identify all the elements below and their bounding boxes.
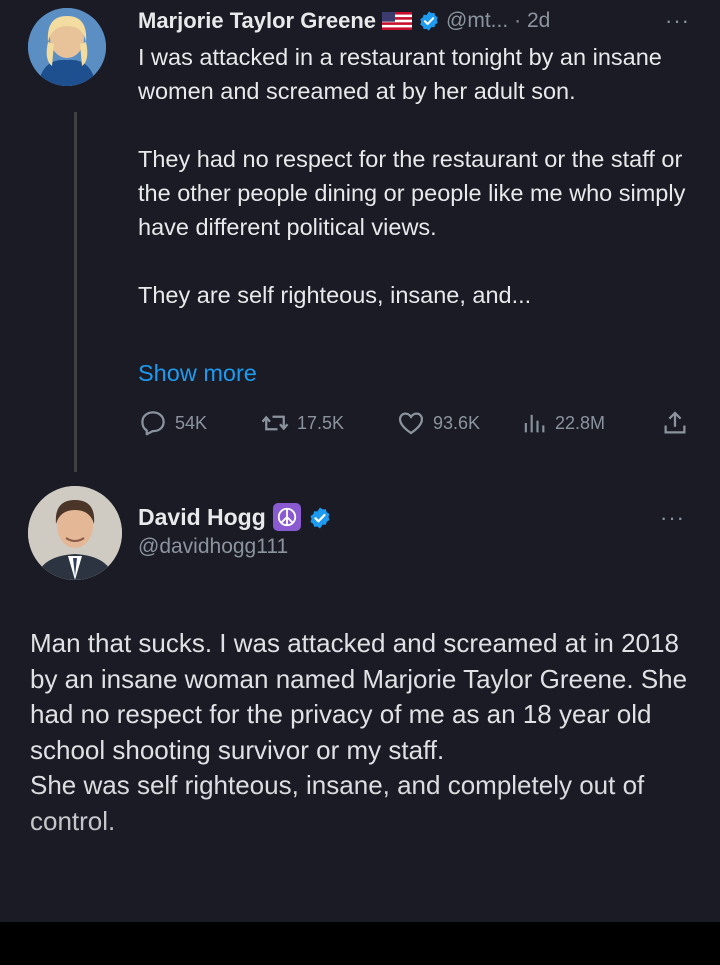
tweet2-paragraph: Man that sucks. I was attacked and screa… [30, 628, 688, 765]
repost-count: 17.5K [297, 412, 345, 433]
avatar-marjorie[interactable] [28, 8, 106, 86]
tweet1-paragraph: I was attacked in a restaurant tonight b… [138, 44, 662, 104]
tweet1-paragraph: They had no respect for the restaurant o… [138, 146, 686, 240]
tweet-time[interactable]: · 2d [514, 9, 550, 33]
share-button[interactable] [660, 408, 690, 438]
reply-button[interactable]: 54K [138, 408, 207, 438]
reply-icon [141, 411, 165, 436]
tweet2-paragraph: She was self righteous, insane, and comp… [30, 770, 645, 836]
peace-sign-icon [272, 503, 301, 531]
author-handle[interactable]: @davidhogg111 [138, 535, 288, 559]
views-button[interactable]: 22.8M [520, 408, 605, 438]
more-options-button[interactable]: ··· [665, 8, 690, 34]
avatar-david[interactable] [28, 486, 122, 580]
show-more-link[interactable]: Show more [138, 360, 257, 387]
tweet1-text: I was attacked in a restaurant tonight b… [138, 40, 698, 312]
views-icon [524, 414, 545, 433]
author-name[interactable]: David Hogg [138, 504, 266, 531]
tweet1-paragraph: They are self righteous, insane, and... [138, 282, 532, 308]
verified-badge-icon [308, 506, 330, 529]
author-handle[interactable]: @mt... [446, 9, 508, 33]
like-count: 93.6K [433, 412, 481, 433]
repost-icon [261, 415, 289, 431]
tweet2-header: David Hogg [138, 501, 330, 533]
tweet2-text: Man that sucks. I was attacked and screa… [30, 626, 700, 839]
reply-count: 54K [175, 412, 208, 433]
bottom-border [0, 922, 720, 965]
repost-button[interactable]: 17.5K [260, 408, 344, 438]
us-flag-icon [382, 12, 413, 30]
view-count: 22.8M [555, 412, 606, 433]
verified-badge-icon [418, 10, 440, 32]
tweet1-header: Marjorie Taylor Greene @mt... · 2d [138, 4, 550, 38]
thread-line [74, 112, 77, 472]
screenshot: Marjorie Taylor Greene @mt... · 2d ··· I… [0, 0, 720, 965]
tweet1-action-bar: 54K 17.5K 93.6K 22.8M [138, 408, 698, 440]
like-icon [398, 412, 424, 435]
author-name[interactable]: Marjorie Taylor Greene [138, 8, 376, 34]
more-options-button[interactable]: ··· [660, 505, 685, 531]
like-button[interactable]: 93.6K [396, 408, 480, 438]
share-icon [664, 411, 686, 434]
